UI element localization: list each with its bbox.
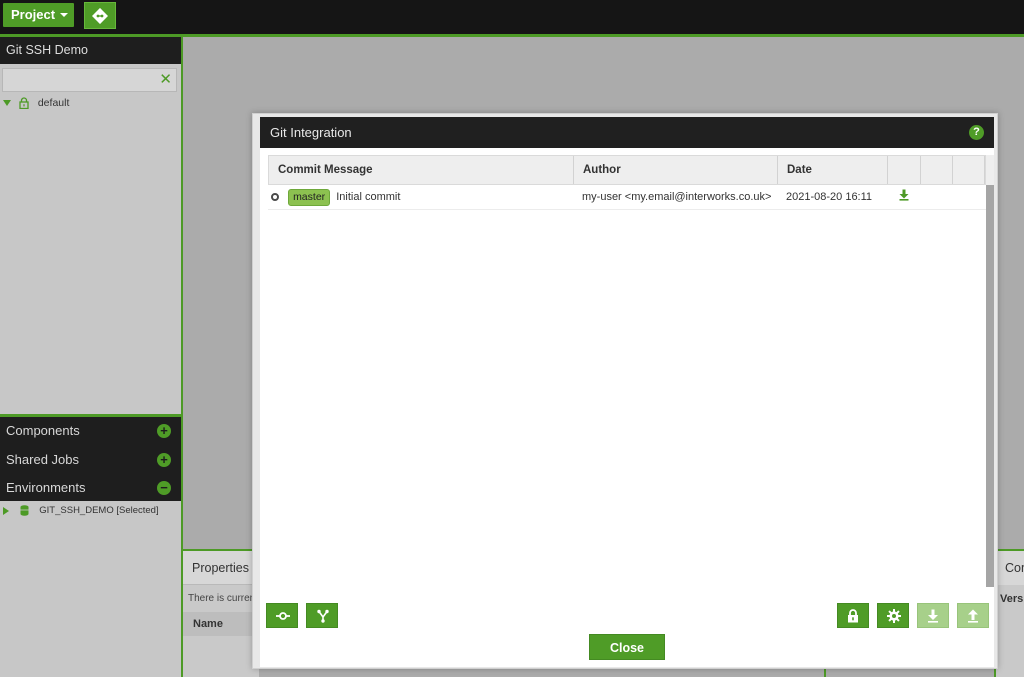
project-label: Project (11, 7, 56, 22)
name-column-header: Name (183, 612, 259, 636)
column-header-date[interactable]: Date (778, 156, 888, 184)
action-cell (887, 185, 920, 209)
project-sidebar: Git SSH Demo ✕ default Components + Shar… (0, 37, 183, 677)
branch-badge: master (288, 189, 331, 206)
search-input[interactable] (3, 69, 153, 91)
settings-button[interactable] (877, 603, 909, 628)
sidebar-item-environments[interactable]: Environments − (0, 474, 181, 503)
caret-down-icon (60, 13, 68, 17)
commit-message-cell: master Initial commit (268, 185, 573, 209)
git-icon (92, 8, 108, 24)
expand-arrow-icon[interactable] (3, 100, 11, 107)
lock-button[interactable] (837, 603, 869, 628)
column-header-author[interactable]: Author (574, 156, 778, 184)
project-menu-button[interactable]: Project (3, 3, 74, 27)
close-button[interactable]: Close (589, 634, 665, 660)
branch-button[interactable] (306, 603, 338, 628)
environment-label: GIT_SSH_DEMO [Selected] (39, 505, 159, 517)
column-header-commit-message[interactable]: Commit Message (269, 156, 574, 184)
author-cell: my-user <my.email@interworks.co.uk> (582, 191, 772, 203)
pull-button[interactable] (917, 603, 949, 628)
dialog-body: Git Integration ? Commit Message Author … (260, 117, 994, 667)
expand-arrow-icon[interactable] (3, 506, 9, 515)
section-label: Shared Jobs (6, 451, 79, 467)
vertical-scrollbar[interactable] (986, 185, 994, 587)
grid-header: Commit Message Author Date (268, 155, 986, 185)
push-button[interactable] (957, 603, 989, 628)
download-icon[interactable] (899, 189, 909, 201)
collapse-icon[interactable]: − (157, 481, 171, 495)
help-icon[interactable]: ? (969, 125, 984, 140)
sidebar-search: ✕ (2, 68, 177, 92)
sidebar-item-components[interactable]: Components + (0, 417, 181, 446)
add-icon[interactable]: + (157, 452, 171, 467)
top-toolbar: Project (0, 0, 1024, 37)
table-row[interactable]: master Initial commit my-user <my.email@… (268, 185, 986, 210)
commit-icon (276, 612, 290, 620)
download-icon (928, 609, 938, 623)
commit-message: Initial commit (336, 191, 401, 203)
git-integration-dialog: Git Integration ? Commit Message Author … (252, 113, 998, 669)
dialog-title-bar: Git Integration ? (260, 117, 994, 148)
right-bottom-panel: Com Versi (994, 549, 1024, 677)
date-cell: 2021-08-20 16:11 (786, 191, 873, 203)
database-icon (20, 505, 29, 516)
tab-right-panel[interactable]: Com (996, 551, 1024, 585)
commit-node-icon (271, 193, 279, 201)
commit-button[interactable] (266, 603, 298, 628)
section-label: Components (6, 423, 80, 438)
section-label: Environments (6, 480, 86, 495)
lock-icon (19, 97, 29, 110)
column-header-action-1 (888, 156, 921, 184)
scrollbar-header-cap (986, 155, 994, 185)
tab-properties[interactable]: Properties (183, 551, 259, 585)
version-column-header: Versi (1000, 593, 1024, 605)
column-header-action-3 (953, 156, 985, 184)
column-header-action-2 (921, 156, 953, 184)
branch-icon (317, 609, 329, 623)
environment-item[interactable]: GIT_SSH_DEMO [Selected] (3, 505, 159, 516)
clear-icon[interactable]: ✕ (159, 72, 172, 88)
lock-icon (848, 609, 858, 623)
gear-icon (887, 609, 901, 623)
properties-panel: Properties There is current Name (183, 549, 259, 677)
sidebar-item-shared-jobs[interactable]: Shared Jobs + (0, 446, 181, 475)
properties-info-text: There is current (188, 593, 259, 604)
sidebar-sections: Components + Shared Jobs + Environments … (0, 414, 181, 501)
commit-grid: Commit Message Author Date master Initia… (268, 155, 994, 600)
sidebar-title: Git SSH Demo (0, 37, 181, 64)
add-icon[interactable]: + (157, 424, 171, 438)
dialog-title: Git Integration (270, 125, 352, 140)
tree-item-default[interactable]: default (3, 97, 69, 113)
upload-icon (968, 609, 978, 623)
tree-item-label: default (37, 97, 70, 109)
git-button[interactable] (84, 2, 116, 29)
